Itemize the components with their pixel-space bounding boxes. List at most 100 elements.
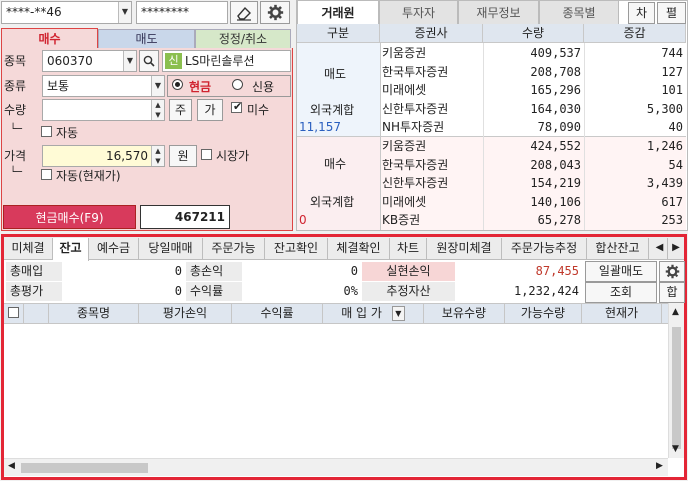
- price-input[interactable]: 16,570 ▲ ▼: [42, 145, 165, 167]
- broker-row-change: 101: [661, 83, 683, 97]
- auto-checkbox[interactable]: [41, 125, 54, 139]
- chevron-down-icon[interactable]: ▼: [118, 2, 131, 23]
- spinner-icon[interactable]: ▲ ▼: [151, 100, 164, 120]
- account-select[interactable]: ****-**46 ▼: [1, 1, 132, 24]
- tab-scroll-right[interactable]: ▶: [668, 238, 684, 259]
- broker-row-name: 미래에셋: [382, 195, 427, 209]
- tab-orderable[interactable]: 주문가능: [203, 238, 265, 259]
- col-return[interactable]: 수익률: [232, 303, 323, 324]
- tab-daily-trade[interactable]: 당일매매: [139, 238, 203, 259]
- broker-row-qty: 424,552: [530, 139, 581, 153]
- tab-financial[interactable]: 재무정보: [458, 0, 539, 25]
- tab-modify-cancel[interactable]: 정정/취소: [195, 29, 291, 49]
- quantity-input[interactable]: ▲ ▼: [42, 99, 165, 121]
- tab-by-stock[interactable]: 종목별: [539, 0, 619, 25]
- broker-row-name: 신한투자증권: [382, 176, 449, 190]
- vertical-scrollbar[interactable]: ▲ ▼: [668, 303, 684, 458]
- total-buy-label: 총매입: [6, 262, 62, 281]
- tab-est-orderable[interactable]: 주문가능추정: [502, 238, 587, 259]
- price-label: 가격: [4, 149, 27, 163]
- chevron-down-icon[interactable]: ▼: [391, 306, 405, 321]
- stock-code-value: 060370: [47, 54, 93, 68]
- stock-search-button[interactable]: [139, 50, 159, 72]
- est-asset-label: 추정자산: [362, 282, 455, 301]
- password-field[interactable]: ********: [136, 1, 228, 24]
- sell-label: 매도: [324, 67, 347, 81]
- col-available-qty[interactable]: 가능수량: [505, 303, 582, 324]
- broker-row-name: 키움증권: [382, 46, 427, 60]
- scroll-up-icon[interactable]: ▲: [672, 307, 679, 317]
- col-header-category: 구분: [297, 24, 380, 43]
- sell-foreign-value: 11,157: [299, 120, 341, 134]
- tree-symbol: └─: [10, 124, 23, 135]
- col-buy-price[interactable]: 매 입 가 ▼: [323, 303, 424, 324]
- tab-balance[interactable]: 잔고: [53, 238, 89, 261]
- checkbox-checked-icon: ✔: [231, 100, 243, 113]
- col-eval-pl[interactable]: 평가손익: [139, 303, 232, 324]
- tab-ledger-unfilled[interactable]: 원장미체결: [427, 238, 502, 259]
- tab-scroll-left[interactable]: ◀: [652, 238, 668, 259]
- col-stock-name[interactable]: 종목명: [49, 303, 139, 324]
- query-button[interactable]: 조회: [585, 282, 657, 303]
- broker-row-qty: 154,219: [530, 176, 581, 190]
- tab-investor[interactable]: 투자자: [379, 0, 458, 25]
- market-checkbox[interactable]: [201, 148, 214, 162]
- stock-code-input[interactable]: 060370 ▼: [42, 50, 137, 72]
- scroll-left-icon[interactable]: ◀: [8, 461, 15, 471]
- col-blank: [24, 303, 49, 324]
- qty-price-button[interactable]: 가: [197, 99, 223, 121]
- radio-empty-icon: [232, 79, 243, 90]
- holdings-table-body[interactable]: [4, 324, 668, 458]
- horizontal-scrollbar[interactable]: ◀ ▶: [4, 458, 668, 476]
- checkbox-icon: [8, 307, 19, 318]
- total-pl-label: 총손익: [186, 262, 242, 281]
- type-label: 종류: [4, 79, 27, 93]
- select-all-checkbox[interactable]: [4, 303, 24, 324]
- tab-deposit[interactable]: 예수금: [89, 238, 139, 259]
- cash-buy-button[interactable]: 현금매수(F9): [3, 205, 136, 229]
- broker-row-name: 한국투자증권: [382, 158, 449, 172]
- bulk-sell-button[interactable]: 일괄매도: [585, 261, 657, 282]
- broker-row-qty: 65,278: [537, 213, 581, 227]
- broker-expand-button[interactable]: 펼: [657, 2, 686, 24]
- col-header-change: 증감: [584, 24, 686, 43]
- scroll-down-icon[interactable]: ▼: [672, 444, 679, 454]
- tab-sell[interactable]: 매도: [98, 29, 195, 49]
- settings-button[interactable]: [260, 1, 290, 24]
- tab-buy[interactable]: 매수: [1, 28, 98, 49]
- col-holding-qty[interactable]: 보유수량: [424, 303, 505, 324]
- tab-combined-balance[interactable]: 합산잔고: [587, 238, 649, 259]
- tab-chart[interactable]: 차트: [390, 238, 427, 259]
- tab-broker[interactable]: 거래원: [297, 0, 379, 25]
- sum-button[interactable]: 합: [659, 282, 685, 303]
- tab-fill-check[interactable]: 체결확인: [328, 238, 390, 259]
- broker-row-name: 신한투자증권: [382, 102, 449, 116]
- broker-row-qty: 78,090: [537, 120, 581, 134]
- broker-row-change: 744: [661, 46, 683, 60]
- misu-checkbox[interactable]: ✔: [231, 100, 244, 115]
- broker-diff-button[interactable]: 차: [628, 2, 655, 24]
- tab-balance-check[interactable]: 잔고확인: [265, 238, 328, 259]
- chevron-down-icon[interactable]: ▼: [123, 51, 136, 71]
- broker-row-change: 54: [668, 158, 683, 172]
- scroll-right-icon[interactable]: ▶: [656, 461, 663, 471]
- h-scroll-thumb[interactable]: [21, 463, 148, 473]
- price-unit-button[interactable]: 원: [169, 145, 197, 167]
- col-current-price[interactable]: 현재가: [582, 303, 662, 324]
- broker-row-change: 617: [661, 195, 683, 209]
- auto-current-checkbox[interactable]: [41, 168, 54, 182]
- tab-unfilled[interactable]: 미체결: [4, 238, 53, 259]
- eraser-icon: [237, 6, 251, 21]
- radio-cash[interactable]: [172, 78, 183, 92]
- order-type-select[interactable]: 보통 ▼: [42, 75, 165, 97]
- eraser-button[interactable]: [230, 1, 258, 24]
- total-pl-value: 0: [350, 264, 358, 278]
- radio-credit[interactable]: [232, 78, 243, 92]
- spinner-icon[interactable]: ▲ ▼: [151, 146, 164, 166]
- buy-cat-bg: [297, 137, 380, 230]
- qty-unit-button[interactable]: 주: [169, 99, 192, 121]
- total-buy-value: 0: [174, 264, 182, 278]
- settings-button-2[interactable]: [659, 261, 685, 282]
- chevron-down-icon[interactable]: ▼: [151, 76, 164, 96]
- scroll-thumb[interactable]: [672, 327, 681, 449]
